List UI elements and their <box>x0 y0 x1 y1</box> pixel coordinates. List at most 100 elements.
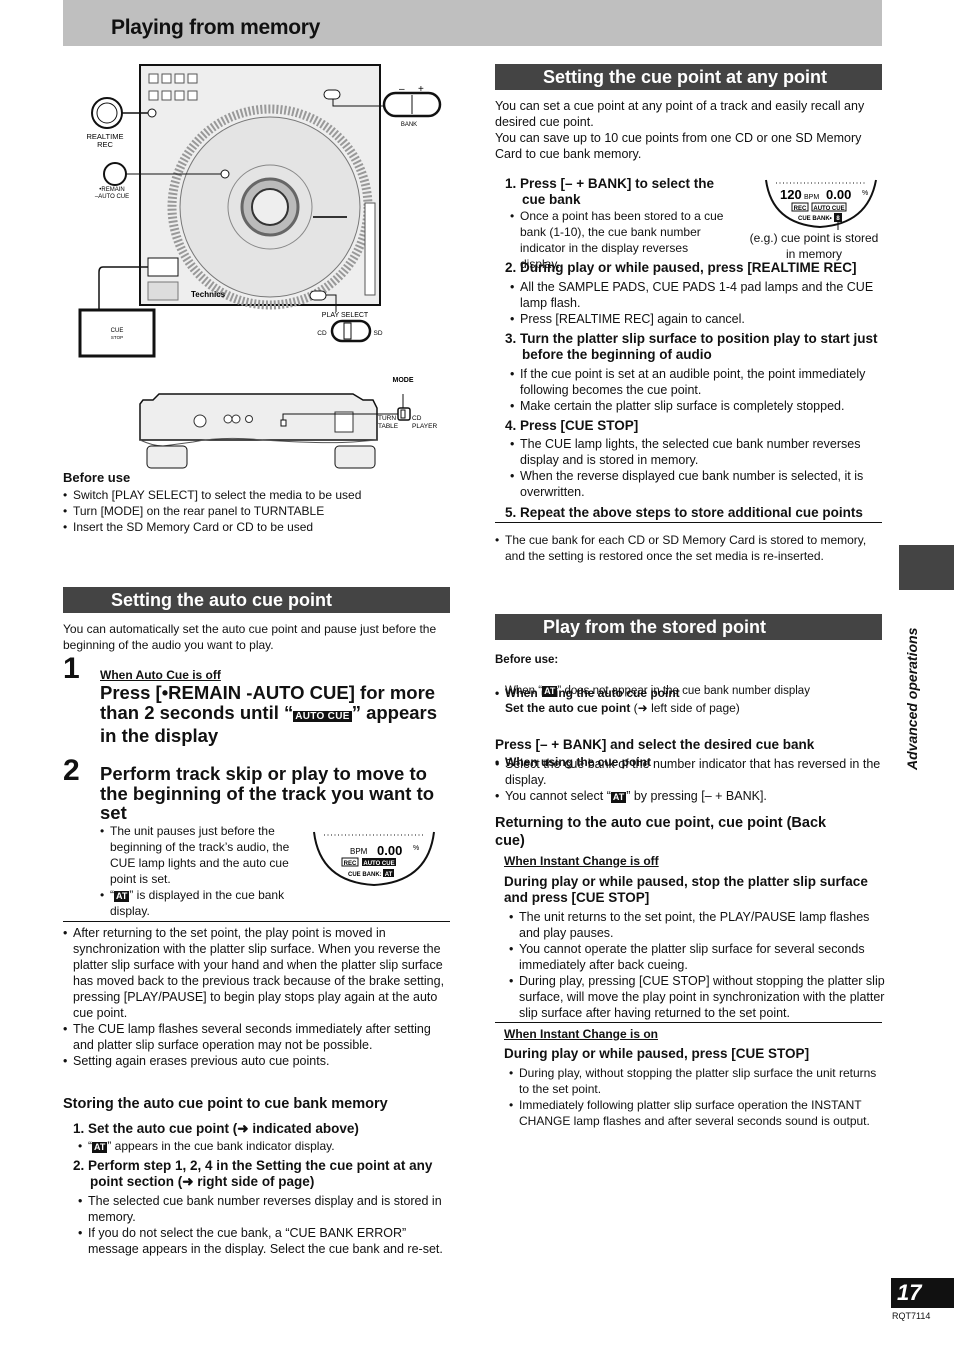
instant-off-bullets: The unit returns to the set point, the P… <box>509 909 885 1021</box>
step2-bullets: The unit pauses just before the beginnin… <box>100 823 300 919</box>
list-item: You cannot operate the platter slip surf… <box>509 941 885 973</box>
svg-text:–AUTO CUE: –AUTO CUE <box>95 194 129 200</box>
list-item: Press [REALTIME REC] again to cancel. <box>510 311 885 327</box>
svg-text:CUE BANK•: CUE BANK• <box>798 216 832 222</box>
auto-cue-note: When “AT” does not appear in the cue ban… <box>505 685 810 697</box>
svg-text:CD: CD <box>412 415 422 422</box>
remain-auto-cue-button-callout <box>103 162 127 186</box>
cue-any-step-5: 5. Repeat the above steps to store addit… <box>505 505 863 520</box>
list-item: The CUE lamp lights, the selected cue ba… <box>510 436 885 468</box>
cue-any-intro-1: You can set a cue point at any point of … <box>495 99 865 129</box>
play-pause-small <box>147 281 179 301</box>
page-number: 17 <box>891 1278 954 1308</box>
at-badge: AT <box>114 891 130 902</box>
svg-text:AUTO CUE: AUTO CUE <box>813 206 844 212</box>
list-item: The selected cue bank number reverses di… <box>78 1193 453 1225</box>
list-item: Immediately following platter slip surfa… <box>509 1097 885 1129</box>
svg-text:PLAYER: PLAYER <box>412 423 437 430</box>
list-item: Insert the SD Memory Card or CD to be us… <box>63 519 463 535</box>
svg-text:•REMAIN: •REMAIN <box>99 187 124 193</box>
instant-on-instruction: During play or while paused, press [CUE … <box>504 1046 810 1061</box>
document-code: RQT7114 <box>892 1311 931 1321</box>
turntable-rear-figure: MODE TURN TABLE CD PLAYER <box>139 377 437 469</box>
divider <box>495 1022 882 1023</box>
at-badge: AT <box>92 1142 108 1153</box>
list-item: If the cue point is set at an audible po… <box>510 366 885 398</box>
list-item: Turn [MODE] on the rear panel to TURNTAB… <box>63 503 463 519</box>
page-title: Playing from memory <box>111 16 321 39</box>
divider <box>63 921 450 922</box>
list-item: The unit pauses just before the beginnin… <box>100 823 300 887</box>
list-item: During play, pressing [CUE STOP] without… <box>509 973 885 1021</box>
step2-instruction: Perform track skip or play to move to th… <box>100 763 435 823</box>
at-badge: AT <box>542 686 558 697</box>
svg-text:REC: REC <box>97 140 113 149</box>
auto-cue-intro: You can automatically set the auto cue p… <box>63 622 437 652</box>
svg-text:SD: SD <box>373 330 382 337</box>
list-item: The cue bank for each CD or SD Memory Ca… <box>495 532 885 564</box>
list-item: “AT” is displayed in the cue bank displa… <box>100 887 300 919</box>
storing-step1: 1. Set the auto cue point (➜ indicated a… <box>73 1121 359 1136</box>
cue-any-step-4: 4. Press [CUE STOP] <box>505 418 639 433</box>
list-item: The unit returns to the set point, the P… <box>509 909 885 941</box>
svg-text:BPM: BPM <box>804 194 819 201</box>
svg-text:AT: AT <box>385 872 393 878</box>
list-item: Setting again erases previous auto cue p… <box>63 1053 453 1069</box>
instant-on-bullets: During play, without stopping the platte… <box>509 1065 885 1129</box>
svg-text:AUTO CUE: AUTO CUE <box>363 861 394 867</box>
returning-heading: Returning to the auto cue point, cue poi… <box>495 815 827 849</box>
divider <box>495 522 882 523</box>
at-badge: AT <box>610 792 627 803</box>
section-header-cue-any: Setting the cue point at any point <box>495 64 882 90</box>
svg-text:0.00: 0.00 <box>377 843 402 858</box>
instant-off-instruction: During play or while paused, stop the pl… <box>504 874 868 905</box>
svg-text:BPM: BPM <box>350 847 368 856</box>
list-item: Switch [PLAY SELECT] to select the media… <box>63 487 463 503</box>
svg-text:REC: REC <box>344 861 357 867</box>
svg-text:MODE: MODE <box>393 377 414 384</box>
side-tab-marker <box>899 545 954 590</box>
pitch-slider <box>364 202 376 296</box>
cue-any-step-2: 2. During play or while paused, press [R… <box>505 260 857 275</box>
set-auto-cue-ref: Set the auto cue point (➜ left side of p… <box>505 701 740 715</box>
step-number-2: 2 <box>63 754 80 787</box>
cue-any-step-3: 3. Turn the platter slip surface to posi… <box>505 331 878 362</box>
storing-step2-bullets: The selected cue bank number reverses di… <box>78 1193 453 1257</box>
svg-text:CUE: CUE <box>111 328 124 334</box>
svg-text:REC: REC <box>794 206 807 212</box>
cue-any-step-3-bullets: If the cue point is set at an audible po… <box>510 366 885 414</box>
side-tab-label: Advanced operations <box>904 627 920 770</box>
svg-text:120: 120 <box>780 187 802 202</box>
cue-any-intro-2: You can save up to 10 cue points from on… <box>495 131 862 161</box>
instant-change-on: When Instant Change is on <box>504 1027 659 1041</box>
svg-text:–: – <box>399 84 405 95</box>
list-item: “AT” appears in the cue bank indicator d… <box>78 1138 954 1154</box>
before-use-list: Switch [PLAY SELECT] to select the media… <box>63 487 463 535</box>
svg-text:TURN: TURN <box>378 415 396 422</box>
svg-text:%: % <box>413 845 419 852</box>
display-figure-auto-cue: BPM 0.00 % REC AUTO CUE CUE BANK: AT <box>313 831 435 887</box>
auto-cue-badge: AUTO CUE <box>293 710 352 722</box>
cue-any-step-4-bullets: The CUE lamp lights, the selected cue ba… <box>510 436 885 500</box>
display-figure-cue-bank: 120 BPM 0.00 % REC AUTO CUE CUE BANK• 8 <box>765 179 877 230</box>
instant-change-off: When Instant Change is off <box>504 854 659 868</box>
svg-text:%: % <box>862 190 868 197</box>
storing-step2: 2. Perform step 1, 2, 4 in the Setting t… <box>73 1158 433 1189</box>
section-header-play-stored: Play from the stored point <box>495 614 882 640</box>
before-use-heading: Before use <box>63 470 131 485</box>
auto-cue-notes: After returning to the set point, the pl… <box>63 925 453 1069</box>
svg-text:PLAY SELECT: PLAY SELECT <box>322 312 369 319</box>
list-item: The CUE lamp flashes several seconds imm… <box>63 1021 453 1053</box>
section-header-auto-cue: Setting the auto cue point <box>63 587 450 613</box>
list-item: During play, without stopping the platte… <box>509 1065 885 1097</box>
list-item: When the reverse displayed cue bank numb… <box>510 468 885 500</box>
list-item: If you do not select the cue bank, a “CU… <box>78 1225 453 1257</box>
step1-condition: When Auto Cue is off <box>100 668 221 682</box>
play-stored-before-use: Before use: <box>495 654 559 666</box>
svg-text:CD: CD <box>317 330 327 337</box>
svg-text:CUE BANK:: CUE BANK: <box>348 872 382 878</box>
svg-text:TABLE: TABLE <box>378 423 399 430</box>
display-caption: (e.g.) cue point is stored in memory <box>749 231 879 261</box>
list-item: You cannot select “AT” by pressing [– + … <box>495 788 885 804</box>
cue-any-step-2-bullets: All the SAMPLE PADS, CUE PADS 1-4 pad la… <box>510 279 885 327</box>
